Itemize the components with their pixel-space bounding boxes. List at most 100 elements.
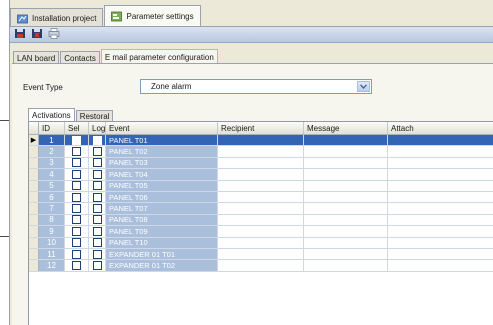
cell-message[interactable]	[304, 203, 388, 214]
cell-attach[interactable]	[388, 215, 493, 225]
sel-checkbox[interactable]	[72, 204, 81, 214]
cell-recipient[interactable]	[218, 226, 304, 237]
row-marker[interactable]	[29, 237, 39, 248]
cell-message[interactable]	[304, 157, 388, 169]
cell-attach[interactable]	[388, 249, 493, 259]
cell-message[interactable]	[304, 169, 388, 180]
row-marker[interactable]	[29, 226, 39, 237]
cell-recipient[interactable]	[218, 203, 304, 214]
delete-button[interactable]	[30, 29, 44, 41]
log-checkbox[interactable]	[92, 169, 102, 179]
sel-checkbox[interactable]	[72, 260, 81, 270]
cell-attach[interactable]	[388, 181, 493, 191]
row-marker[interactable]	[29, 157, 39, 169]
column-header-log[interactable]: Log	[89, 122, 106, 134]
sel-checkbox[interactable]	[72, 147, 81, 157]
cell-attach[interactable]	[388, 158, 493, 168]
table-row[interactable]: 10 PANEL T10	[29, 237, 493, 249]
tab-activations[interactable]: Activations	[28, 108, 75, 122]
table-row[interactable]: 2 PANEL T02	[29, 146, 493, 158]
sel-checkbox[interactable]	[72, 169, 81, 179]
log-checkbox[interactable]	[92, 158, 102, 168]
sel-checkbox[interactable]	[72, 181, 81, 191]
row-marker[interactable]	[29, 169, 39, 180]
event-type-select[interactable]: Zone alarm	[140, 79, 372, 94]
sel-checkbox[interactable]	[72, 215, 81, 225]
row-marker[interactable]	[29, 191, 39, 203]
cell-message[interactable]	[304, 191, 388, 203]
cell-recipient[interactable]	[218, 248, 304, 260]
cell-recipient[interactable]	[218, 169, 304, 180]
table-row[interactable]: 12 EXPANDER 01 T02	[29, 260, 493, 272]
table-row[interactable]: ▶ 1 PANEL T01	[29, 135, 493, 147]
cell-attach[interactable]	[388, 146, 493, 156]
row-marker[interactable]	[29, 214, 39, 226]
column-header-message[interactable]: Message	[304, 122, 388, 134]
cell-message[interactable]	[304, 248, 388, 260]
log-checkbox[interactable]	[92, 135, 102, 145]
log-checkbox[interactable]	[92, 192, 102, 202]
table-row[interactable]: 11 EXPANDER 01 T01	[29, 248, 493, 261]
log-checkbox[interactable]	[92, 204, 102, 214]
log-checkbox[interactable]	[92, 181, 102, 191]
cell-attach[interactable]	[388, 226, 493, 236]
cell-attach[interactable]	[388, 169, 493, 179]
column-header-event[interactable]: Event	[106, 122, 218, 134]
cell-message[interactable]	[304, 180, 388, 191]
cell-message[interactable]	[304, 214, 388, 226]
row-marker[interactable]	[29, 203, 39, 214]
cell-recipient[interactable]	[218, 135, 304, 146]
table-row[interactable]: 5 PANEL T05	[29, 180, 493, 192]
cell-message[interactable]	[304, 237, 388, 248]
table-row[interactable]: 9 PANEL T09	[29, 226, 493, 238]
log-checkbox[interactable]	[92, 226, 102, 236]
log-checkbox[interactable]	[92, 147, 102, 157]
row-marker[interactable]	[29, 260, 39, 271]
tab-installation-project[interactable]: Installation project	[10, 8, 104, 27]
sel-checkbox[interactable]	[72, 158, 81, 168]
save-button[interactable]	[13, 29, 27, 41]
chevron-down-icon[interactable]	[357, 81, 370, 92]
tab-parameter-settings[interactable]: Parameter settings	[104, 5, 201, 27]
table-row[interactable]: 3 PANEL T03	[29, 157, 493, 170]
cell-message[interactable]	[304, 135, 388, 146]
column-header-recipient[interactable]: Recipient	[218, 122, 304, 134]
tab-email-parameter-configuration[interactable]: E mail parameter configuration	[100, 49, 218, 64]
table-row[interactable]: 4 PANEL T04	[29, 169, 493, 181]
sel-checkbox[interactable]	[72, 135, 81, 145]
row-marker[interactable]: ▶	[29, 135, 39, 146]
row-marker[interactable]	[29, 146, 39, 157]
cell-recipient[interactable]	[218, 180, 304, 191]
table-row[interactable]: 6 PANEL T06	[29, 191, 493, 204]
cell-message[interactable]	[304, 226, 388, 237]
row-marker[interactable]	[29, 180, 39, 191]
log-checkbox[interactable]	[92, 215, 102, 225]
column-header-attach[interactable]: Attach	[388, 122, 493, 134]
table-row[interactable]: 8 PANEL T08	[29, 214, 493, 227]
log-checkbox[interactable]	[92, 260, 102, 270]
cell-message[interactable]	[304, 146, 388, 157]
column-header-id[interactable]: ID	[39, 122, 65, 134]
cell-message[interactable]	[304, 260, 388, 271]
cell-recipient[interactable]	[218, 260, 304, 271]
sel-checkbox[interactable]	[72, 226, 81, 236]
cell-attach[interactable]	[388, 238, 493, 248]
cell-attach[interactable]	[388, 135, 493, 146]
cell-recipient[interactable]	[218, 157, 304, 169]
cell-attach[interactable]	[388, 192, 493, 202]
column-header-sel[interactable]: Sel	[65, 122, 89, 134]
cell-recipient[interactable]	[218, 214, 304, 226]
log-checkbox[interactable]	[92, 238, 102, 248]
sel-checkbox[interactable]	[72, 192, 81, 202]
print-button[interactable]	[47, 28, 61, 41]
cell-recipient[interactable]	[218, 146, 304, 157]
log-checkbox[interactable]	[92, 249, 102, 259]
cell-attach[interactable]	[388, 260, 493, 270]
row-marker[interactable]	[29, 248, 39, 260]
cell-recipient[interactable]	[218, 191, 304, 203]
cell-attach[interactable]	[388, 203, 493, 213]
sel-checkbox[interactable]	[72, 249, 81, 259]
cell-recipient[interactable]	[218, 237, 304, 248]
table-row[interactable]: 7 PANEL T07	[29, 203, 493, 215]
sel-checkbox[interactable]	[72, 238, 81, 248]
